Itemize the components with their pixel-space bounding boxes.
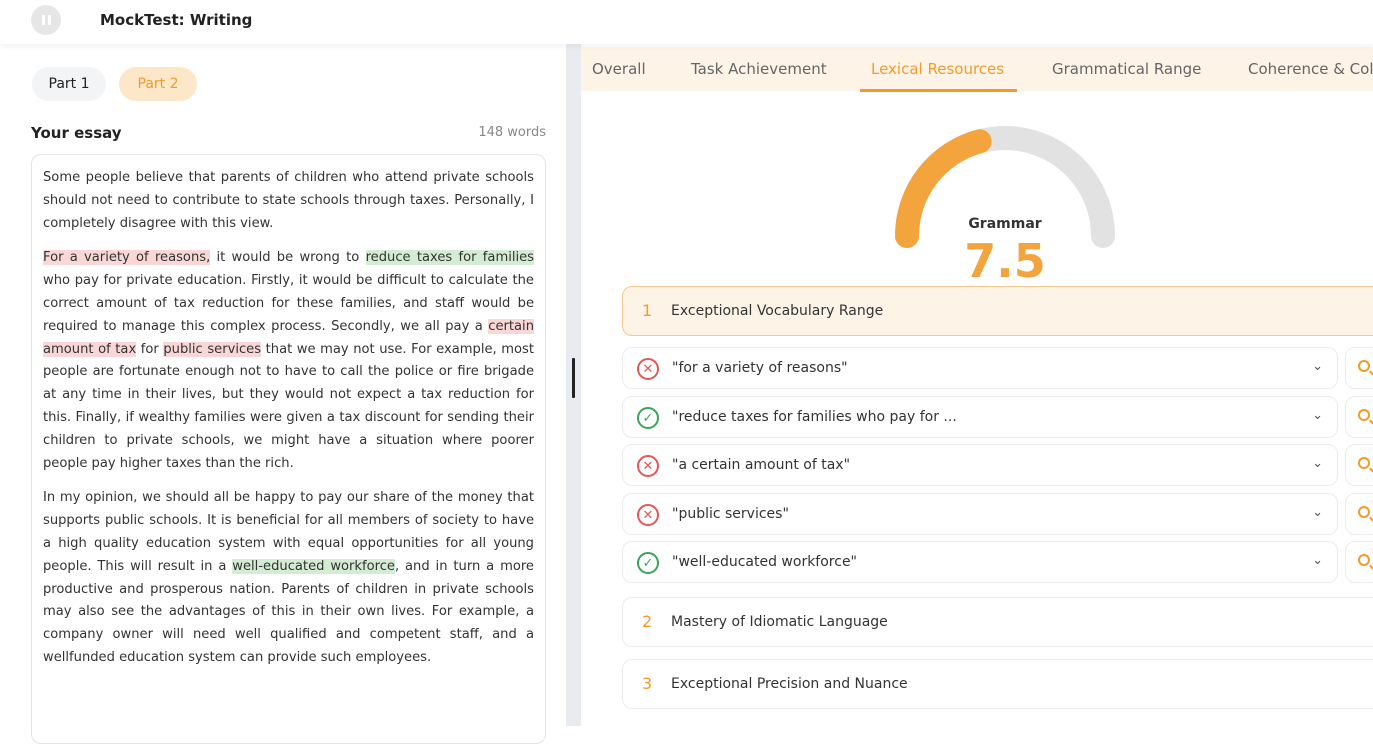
word-count: 148 words [478,125,546,140]
tab-part-2[interactable]: Part 2 [119,67,197,101]
tab-lexical-resources[interactable]: Lexical Resources [871,47,1004,91]
phrase-item[interactable]: ✕ "public services" ⌄ [622,493,1338,535]
criterion-3[interactable]: 3 Exceptional Precision and Nuance ⌄ [622,659,1373,709]
criteria-tabs: Overall Task Achievement Lexical Resourc… [581,47,1373,92]
phrase-item[interactable]: ✓ "reduce taxes for families who pay for… [622,396,1338,438]
chevron-down-icon[interactable]: ⌄ [1312,553,1323,568]
x-circle-icon: ✕ [637,358,659,380]
phrase-text: "for a variety of reasons" [672,360,848,376]
pause-button[interactable] [31,5,61,35]
pause-icon-bar [47,15,51,25]
feedback-pane: Overall Task Achievement Lexical Resourc… [581,44,1373,726]
criterion-number: 3 [642,674,653,693]
phrase-text: "public services" [672,506,789,522]
tab-grammatical-range[interactable]: Grammatical Range [1052,47,1201,91]
phrase-item[interactable]: ✕ "for a variety of reasons" ⌄ [622,347,1338,389]
phrase-text: "well-educated workforce" [672,554,857,570]
criterion-title: Exceptional Precision and Nuance [671,676,908,692]
active-tab-indicator [860,89,1017,92]
essay-paragraph-3: In my opinion, we should all be happy to… [43,487,534,669]
page-title: MockTest: Writing [100,11,253,29]
search-button[interactable] [1345,493,1373,535]
essay-paragraph-1: Some people believe that parents of chil… [43,170,534,231]
search-icon [1358,554,1370,566]
essay-text: who pay for private education. Firstly, … [43,273,534,334]
highlight-incorrect[interactable]: For a variety of reasons, [43,250,211,266]
essay-pane: Part 1 Part 2 Your essay 148 words Some … [0,44,566,744]
phrase-text: "reduce taxes for families who pay for .… [672,409,957,425]
chevron-down-icon[interactable]: ⌄ [1312,408,1323,423]
search-button[interactable] [1345,541,1373,583]
tab-overall[interactable]: Overall [592,47,646,91]
criterion-title: Mastery of Idiomatic Language [671,614,888,630]
criterion-1[interactable]: 1 Exceptional Vocabulary Range ⌃ [622,286,1373,336]
search-icon [1358,506,1370,518]
essay-text: it would be wrong to [210,250,366,266]
top-bar: MockTest: Writing [0,0,1373,44]
essay-text: that we may not use. For example, most p… [43,341,534,471]
chevron-down-icon[interactable]: ⌄ [1312,456,1323,471]
gauge-label: Grammar [968,216,1042,232]
x-circle-icon: ✕ [637,455,659,477]
check-circle-icon: ✓ [637,552,659,574]
search-button[interactable] [1345,347,1373,389]
essay-text-box[interactable]: Some people believe that parents of chil… [31,154,546,744]
search-icon [1358,457,1370,469]
phrase-item[interactable]: ✓ "well-educated workforce" ⌄ [622,541,1338,583]
essay-heading: Your essay [31,124,122,142]
criterion-number: 2 [642,612,653,631]
chevron-down-icon[interactable]: ⌄ [1312,359,1323,374]
tab-coherence[interactable]: Coherence & Col [1248,47,1373,91]
essay-text: for [136,341,164,357]
pause-icon [41,15,45,25]
highlight-incorrect[interactable]: public services [163,341,262,357]
tab-task-achievement[interactable]: Task Achievement [691,47,827,91]
search-button[interactable] [1345,396,1373,438]
gauge-score: 7.5 [964,234,1046,288]
x-circle-icon: ✕ [637,504,659,526]
criterion-2[interactable]: 2 Mastery of Idiomatic Language ⌄ [622,597,1373,647]
essay-text: , and in turn a more productive and pros… [43,558,534,665]
tab-part-1[interactable]: Part 1 [32,67,106,101]
phrase-item[interactable]: ✕ "a certain amount of tax" ⌄ [622,444,1338,486]
search-icon [1358,360,1370,372]
criterion-title: Exceptional Vocabulary Range [671,303,884,319]
search-icon [1358,409,1370,421]
chevron-down-icon[interactable]: ⌄ [1312,505,1323,520]
essay-paragraph-2: For a variety of reasons, it would be wr… [43,247,534,475]
highlight-correct[interactable]: reduce taxes for families [365,250,534,266]
phrase-text: "a certain amount of tax" [672,457,851,473]
criterion-number: 1 [642,301,653,320]
search-button[interactable] [1345,444,1373,486]
score-gauge: Grammar 7.5 [892,116,1118,288]
check-circle-icon: ✓ [637,407,659,429]
resize-handle[interactable] [572,358,575,398]
highlight-correct[interactable]: well-educated workforce [232,558,395,574]
